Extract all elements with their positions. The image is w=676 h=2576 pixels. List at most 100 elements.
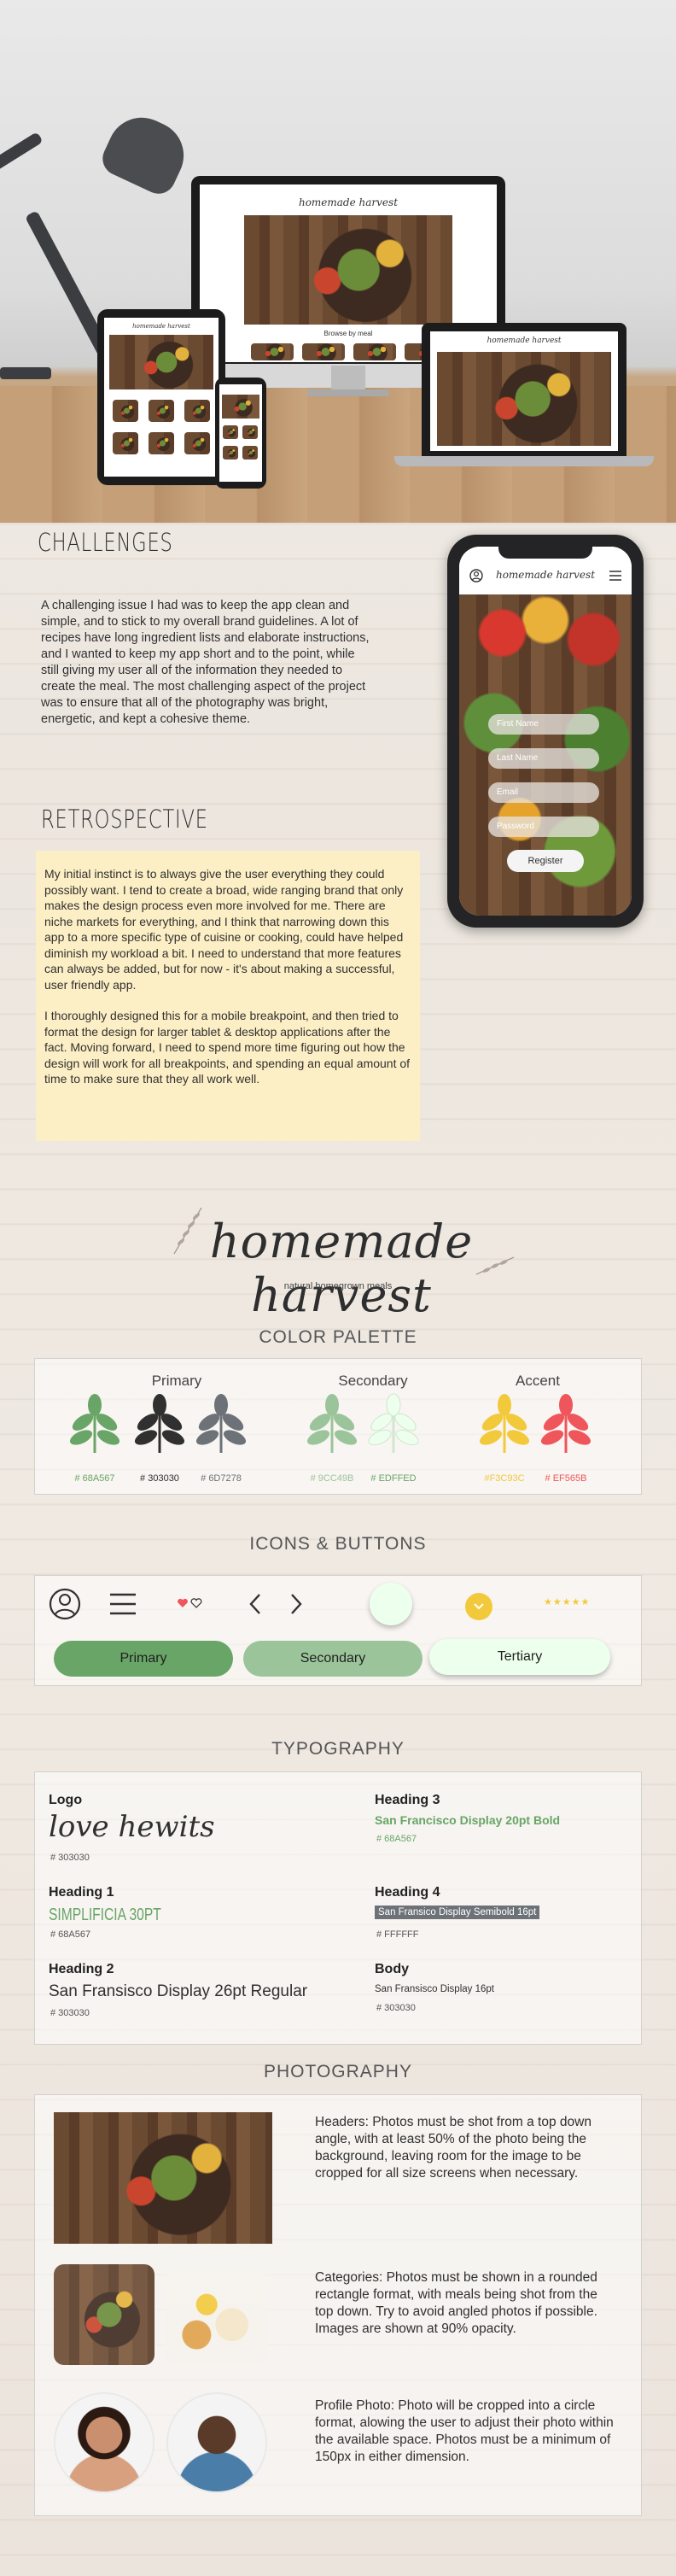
chevron-down-icon <box>474 1603 484 1610</box>
hex-secondary-mint: # EDFFED <box>370 1473 417 1484</box>
tablet-thumb <box>113 432 138 454</box>
logo-type-label: Logo <box>49 1793 83 1807</box>
heading-3-hex: # 68A567 <box>376 1834 417 1844</box>
small-phone-photo <box>222 395 259 419</box>
star-rating-icons[interactable]: ★★★★★ <box>544 1596 590 1607</box>
wheat-sprig-icon <box>475 1256 515 1275</box>
small-phone-screen <box>219 384 262 482</box>
profile-icon[interactable] <box>469 569 483 583</box>
desktop-thumb <box>353 343 396 360</box>
logo-type-hex: # 303030 <box>50 1853 90 1863</box>
leaf-swatch-primary-grey <box>195 1394 247 1453</box>
register-button[interactable]: Register <box>507 850 584 872</box>
challenges-title: CHALLENGES <box>38 528 173 557</box>
desktop-stand <box>331 366 365 391</box>
tablet-thumb <box>113 400 138 422</box>
desktop-thumb <box>302 343 345 360</box>
leaf-swatch-accent-red <box>540 1394 592 1453</box>
small-phone-thumb <box>223 446 238 460</box>
desktop-base <box>307 389 389 396</box>
heading-2-hex: # 303030 <box>50 2008 90 2018</box>
color-palette-title: COLOR PALETTE <box>259 1327 417 1347</box>
password-field[interactable]: Password <box>488 817 599 837</box>
palette-accent-label: Accent <box>516 1373 560 1389</box>
typography-card: Logo love hewits # 303030 Heading 1 SIMP… <box>34 1771 642 2045</box>
leaf-swatch-accent-yellow <box>479 1394 530 1453</box>
menu-icon[interactable] <box>609 571 621 581</box>
photography-profile-text: Profile Photo: Photo will be cropped int… <box>315 2398 614 2464</box>
brand-tagline: natural homegrown meals <box>283 1281 393 1291</box>
profile-photo-example <box>166 2392 267 2493</box>
icons-buttons-card: ★★★★★ Primary Secondary Tertiary <box>34 1575 642 1686</box>
tablet-thumb <box>184 432 210 454</box>
category-photo-example <box>166 2264 267 2365</box>
heading-1-hex: # 68A567 <box>50 1929 91 1940</box>
profile-photo-example <box>54 2392 154 2493</box>
hex-accent-yellow: #F3C93C <box>484 1473 525 1484</box>
small-phone-thumb <box>242 446 258 460</box>
retrospective-title: RETROSPECTIVE <box>41 805 208 834</box>
desktop-hero-photo <box>244 215 452 325</box>
floating-circle-button[interactable] <box>370 1583 412 1625</box>
primary-button[interactable]: Primary <box>54 1641 233 1677</box>
desktop-logo: homemade harvest <box>298 196 399 208</box>
hex-primary-grey: # 6D7278 <box>201 1473 242 1484</box>
heading-1-sample: SIMPLIFICIA 30PT <box>49 1906 161 1924</box>
heading-2-sample: San Fransisco Display 26pt Regular <box>49 1982 308 2000</box>
header-photo-example <box>54 2112 272 2244</box>
heading-4-sample: San Fransico Display Semibold 16pt <box>375 1906 540 1919</box>
dropdown-toggle-button[interactable] <box>465 1593 492 1620</box>
tablet-hero-photo <box>109 335 213 389</box>
email-field[interactable]: Email <box>488 782 599 803</box>
retrospective-box: My initial instinct is to always give th… <box>36 851 420 1141</box>
body-type-sample: San Fransisco Display 16pt <box>375 1984 494 1994</box>
phone-notch <box>498 543 592 559</box>
laptop-hero-photo <box>437 352 611 446</box>
lamp-base <box>0 367 51 379</box>
profile-icon[interactable] <box>49 1588 81 1620</box>
category-photo-example <box>54 2264 154 2365</box>
heart-filled-icon[interactable] <box>177 1598 189 1608</box>
lamp-head <box>96 106 195 200</box>
tertiary-button[interactable]: Tertiary <box>429 1639 610 1675</box>
retrospective-paragraph-2: I thoroughly designed this for a mobile … <box>44 1009 411 1086</box>
chevron-right-icon[interactable] <box>289 1593 303 1615</box>
hamburger-menu-icon[interactable] <box>110 1593 136 1615</box>
retrospective-paragraph-1: My initial instinct is to always give th… <box>44 867 404 992</box>
leaf-swatch-secondary-mint <box>368 1393 419 1453</box>
photography-card: Headers: Photos must be shot from a top … <box>34 2094 642 2516</box>
leaf-swatch-primary-green <box>69 1394 120 1453</box>
icons-buttons-title: ICONS & BUTTONS <box>249 1534 427 1554</box>
laptop-screen: homemade harvest <box>430 331 618 451</box>
photography-categories-text: Categories: Photos must be shown in a ro… <box>315 2270 597 2336</box>
heading-3-label: Heading 3 <box>375 1793 440 1807</box>
challenges-body: A challenging issue I had was to keep th… <box>41 599 370 726</box>
heart-outline-icon[interactable] <box>190 1598 202 1608</box>
typography-title: TYPOGRAPHY <box>271 1739 405 1759</box>
tablet-thumb <box>149 432 174 454</box>
hex-secondary-green: # 9CC49B <box>310 1473 354 1484</box>
palette-primary-label: Primary <box>151 1373 202 1389</box>
leaf-swatch-secondary-green <box>306 1394 358 1453</box>
first-name-field[interactable]: First Name <box>488 714 599 735</box>
logo-type-sample: love hewits <box>49 1810 215 1844</box>
photography-title: PHOTOGRAPHY <box>264 2062 412 2081</box>
hero-mockup-image: homemade harvest Browse by meal homemade… <box>0 0 676 523</box>
phone-logo: homemade harvest <box>495 569 596 581</box>
laptop-logo: homemade harvest <box>487 337 562 345</box>
heading-4-label: Heading 4 <box>375 1885 440 1900</box>
heading-4-hex: # FFFFFF <box>376 1929 419 1940</box>
small-phone-thumb <box>223 425 238 439</box>
body-type-hex: # 303030 <box>376 2003 416 2013</box>
heading-1-label: Heading 1 <box>49 1885 114 1900</box>
secondary-button[interactable]: Secondary <box>243 1641 422 1677</box>
last-name-field[interactable]: Last Name <box>488 748 599 769</box>
tablet-screen: homemade harvest <box>104 318 219 477</box>
chevron-left-icon[interactable] <box>248 1593 262 1615</box>
hex-accent-red: # EF565B <box>545 1473 587 1484</box>
hex-primary-green: # 68A567 <box>74 1473 115 1484</box>
heading-3-sample: San Francisco Display 20pt Bold <box>375 1813 561 1827</box>
lamp-arm-upper <box>0 132 44 210</box>
heading-2-label: Heading 2 <box>49 1962 114 1976</box>
body-type-label: Body <box>375 1962 409 1976</box>
